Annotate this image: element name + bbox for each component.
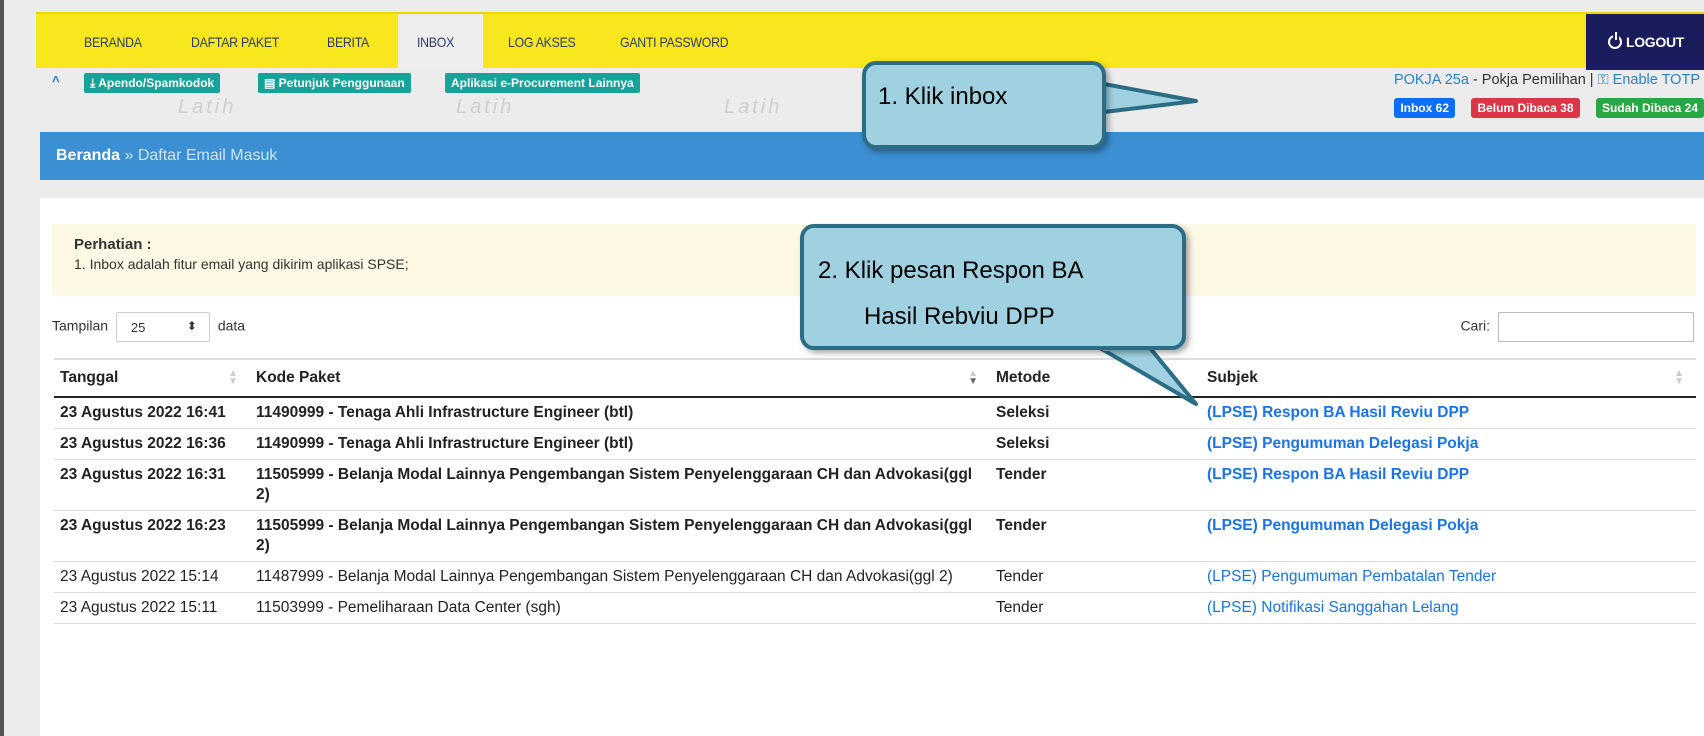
inbox-badges: Inbox 62 Belum Dibaca 38 Sudah Dibaca 24 <box>1382 98 1704 118</box>
cell-metode: Tender <box>990 510 1201 562</box>
callout-step2-line1: 2. Klik pesan Respon BA <box>818 257 1084 284</box>
page-length-select[interactable]: 25 ⬍ <box>115 312 210 342</box>
user-group-link[interactable]: POKJA 25a <box>1394 72 1469 88</box>
cell-date: 23 Agustus 2022 15:11 <box>54 592 250 624</box>
breadcrumb-separator: » <box>120 147 138 164</box>
cell-metode: Tender <box>990 459 1201 511</box>
sort-icon: ▲ ▼ <box>228 368 238 387</box>
logout-label: LOGOUT <box>1625 34 1685 50</box>
cell-date: 23 Agustus 2022 15:14 <box>54 561 250 593</box>
nav-log-akses[interactable]: LOG AKSES <box>508 14 576 70</box>
apendo-button[interactable]: ⤓ Apendo/Spamkodok <box>84 73 221 93</box>
header-metode[interactable]: Metode <box>990 358 1201 398</box>
table-header-row: Tanggal ▲ ▼ Kode Paket ▲ ▼ Metode Subjek ▲ ▼ <box>54 358 1696 398</box>
cell-subjek-link[interactable]: (LPSE) Pengumuman Pembatalan Tender <box>1201 561 1696 593</box>
cell-metode: Seleksi <box>990 397 1201 429</box>
cell-paket: 11490999 - Tenaga Ahli Infrastructure En… <box>250 428 990 460</box>
breadcrumb-current: Daftar Email Masuk <box>137 147 278 164</box>
inbox-table: Tanggal ▲ ▼ Kode Paket ▲ ▼ Metode Subjek ▲ ▼ 2… <box>54 358 1696 624</box>
collapse-chevron-icon[interactable]: ˄ <box>52 72 60 87</box>
apendo-label: Apendo/Spamkodok <box>98 76 215 90</box>
logout-button[interactable]: LOGOUT <box>1586 14 1704 70</box>
header-kode-paket[interactable]: Kode Paket ▲ ▼ <box>250 358 990 398</box>
table-row[interactable]: 23 Agustus 2022 16:41 11490999 - Tenaga … <box>54 397 1696 429</box>
table-row[interactable]: 23 Agustus 2022 15:14 11487999 - Belanja… <box>54 561 1696 593</box>
watermark: Latih <box>456 96 515 118</box>
page-length-label: Tampilan <box>52 317 109 334</box>
header-subjek-label: Subjek <box>1207 369 1258 386</box>
callout-step2: 2. Klik pesan Respon BA Hasil Rebviu DPP <box>800 224 1186 350</box>
table-row[interactable]: 23 Agustus 2022 15:11 11503999 - Pemelih… <box>54 592 1696 624</box>
user-role: - Pokja Pemilihan | <box>1468 72 1598 88</box>
cell-paket: 11505999 - Belanja Modal Lainnya Pengemb… <box>250 459 990 511</box>
header-metode-label: Metode <box>996 369 1051 386</box>
search-label: Cari: <box>1460 317 1490 334</box>
callout-step2-line2: Hasil Rebviu DPP <box>864 303 1055 330</box>
watermark: Latih <box>724 96 783 118</box>
cell-paket: 11505999 - Belanja Modal Lainnya Pengemb… <box>250 510 990 562</box>
enable-totp-link[interactable]: Enable TOTP <box>1613 72 1700 88</box>
cell-date: 23 Agustus 2022 16:36 <box>54 428 250 460</box>
cell-subjek-link[interactable]: (LPSE) Notifikasi Sanggahan Lelang <box>1201 592 1696 624</box>
page-length-value: 25 <box>130 320 146 335</box>
user-info: POKJA 25a - Pokja Pemilihan | ⚿ Enable T… <box>1394 72 1700 88</box>
cell-paket: 11490999 - Tenaga Ahli Infrastructure En… <box>250 397 990 429</box>
cell-date: 23 Agustus 2022 16:31 <box>54 459 250 511</box>
screenshot-frame: BERANDA DAFTAR PAKET BERITA INBOX LOG AK… <box>0 0 1704 736</box>
search-control: Cari: <box>1460 312 1694 342</box>
aplikasi-eproc-button[interactable]: Aplikasi e-Procurement Lainnya <box>445 73 640 93</box>
callout-step1-text: 1. Klik inbox <box>878 83 1008 110</box>
cell-date: 23 Agustus 2022 16:23 <box>54 510 250 562</box>
cell-paket: 11487999 - Belanja Modal Lainnya Pengemb… <box>250 561 990 593</box>
read-badge[interactable]: Sudah Dibaca 24 <box>1595 98 1704 118</box>
nav-berita[interactable]: BERITA <box>327 14 369 70</box>
sort-icon: ▲ ▼ <box>968 368 978 387</box>
table-row[interactable]: 23 Agustus 2022 16:31 11505999 - Belanja… <box>54 459 1696 511</box>
watermark: Latih <box>178 96 237 118</box>
key-icon: ⚿ <box>1597 72 1609 88</box>
nav-beranda[interactable]: BERANDA <box>84 14 142 70</box>
cell-metode: Tender <box>990 592 1201 624</box>
top-navbar: BERANDA DAFTAR PAKET BERITA INBOX LOG AK… <box>36 12 1704 70</box>
header-subjek[interactable]: Subjek ▲ ▼ <box>1201 358 1696 398</box>
inbox-badge[interactable]: Inbox 62 <box>1394 98 1455 118</box>
cell-subjek-link[interactable]: (LPSE) Respon BA Hasil Reviu DPP <box>1201 397 1696 429</box>
header-kode-label: Kode Paket <box>256 369 341 386</box>
nav-daftar-paket[interactable]: DAFTAR PAKET <box>191 14 279 70</box>
cell-paket: 11503999 - Pemeliharaan Data Center (sgh… <box>250 592 990 624</box>
power-icon <box>1607 32 1622 49</box>
select-arrows-icon: ⬍ <box>186 319 197 333</box>
cell-metode: Seleksi <box>990 428 1201 460</box>
header-tanggal[interactable]: Tanggal ▲ ▼ <box>54 358 250 398</box>
nav-inbox[interactable]: INBOX <box>417 14 454 70</box>
page-length-control: Tampilan 25 ⬍ data <box>52 312 245 342</box>
table-row[interactable]: 23 Agustus 2022 16:36 11490999 - Tenaga … <box>54 428 1696 460</box>
search-input[interactable] <box>1498 312 1694 342</box>
callout-step1: 1. Klik inbox <box>862 61 1106 149</box>
cell-subjek-link[interactable]: (LPSE) Pengumuman Delegasi Pokja <box>1201 510 1696 562</box>
cell-metode: Tender <box>990 561 1201 593</box>
aplikasi-label: Aplikasi e-Procurement Lainnya <box>451 76 634 90</box>
sort-icon: ▲ ▼ <box>1674 368 1684 387</box>
breadcrumb-home[interactable]: Beranda <box>56 147 120 164</box>
cell-subjek-link[interactable]: (LPSE) Pengumuman Delegasi Pokja <box>1201 428 1696 460</box>
cell-subjek-link[interactable]: (LPSE) Respon BA Hasil Reviu DPP <box>1201 459 1696 511</box>
table-row[interactable]: 23 Agustus 2022 16:23 11505999 - Belanja… <box>54 510 1696 562</box>
nav-ganti-password[interactable]: GANTI PASSWORD <box>620 14 729 70</box>
petunjuk-button[interactable]: ▤ Petunjuk Penggunaan <box>258 73 411 93</box>
cell-date: 23 Agustus 2022 16:41 <box>54 397 250 429</box>
unread-badge[interactable]: Belum Dibaca 38 <box>1471 98 1580 118</box>
app-screen: BERANDA DAFTAR PAKET BERITA INBOX LOG AK… <box>18 0 1704 736</box>
page-length-suffix: data <box>217 317 246 334</box>
petunjuk-label: Petunjuk Penggunaan <box>278 76 405 90</box>
header-tanggal-label: Tanggal <box>60 369 119 386</box>
